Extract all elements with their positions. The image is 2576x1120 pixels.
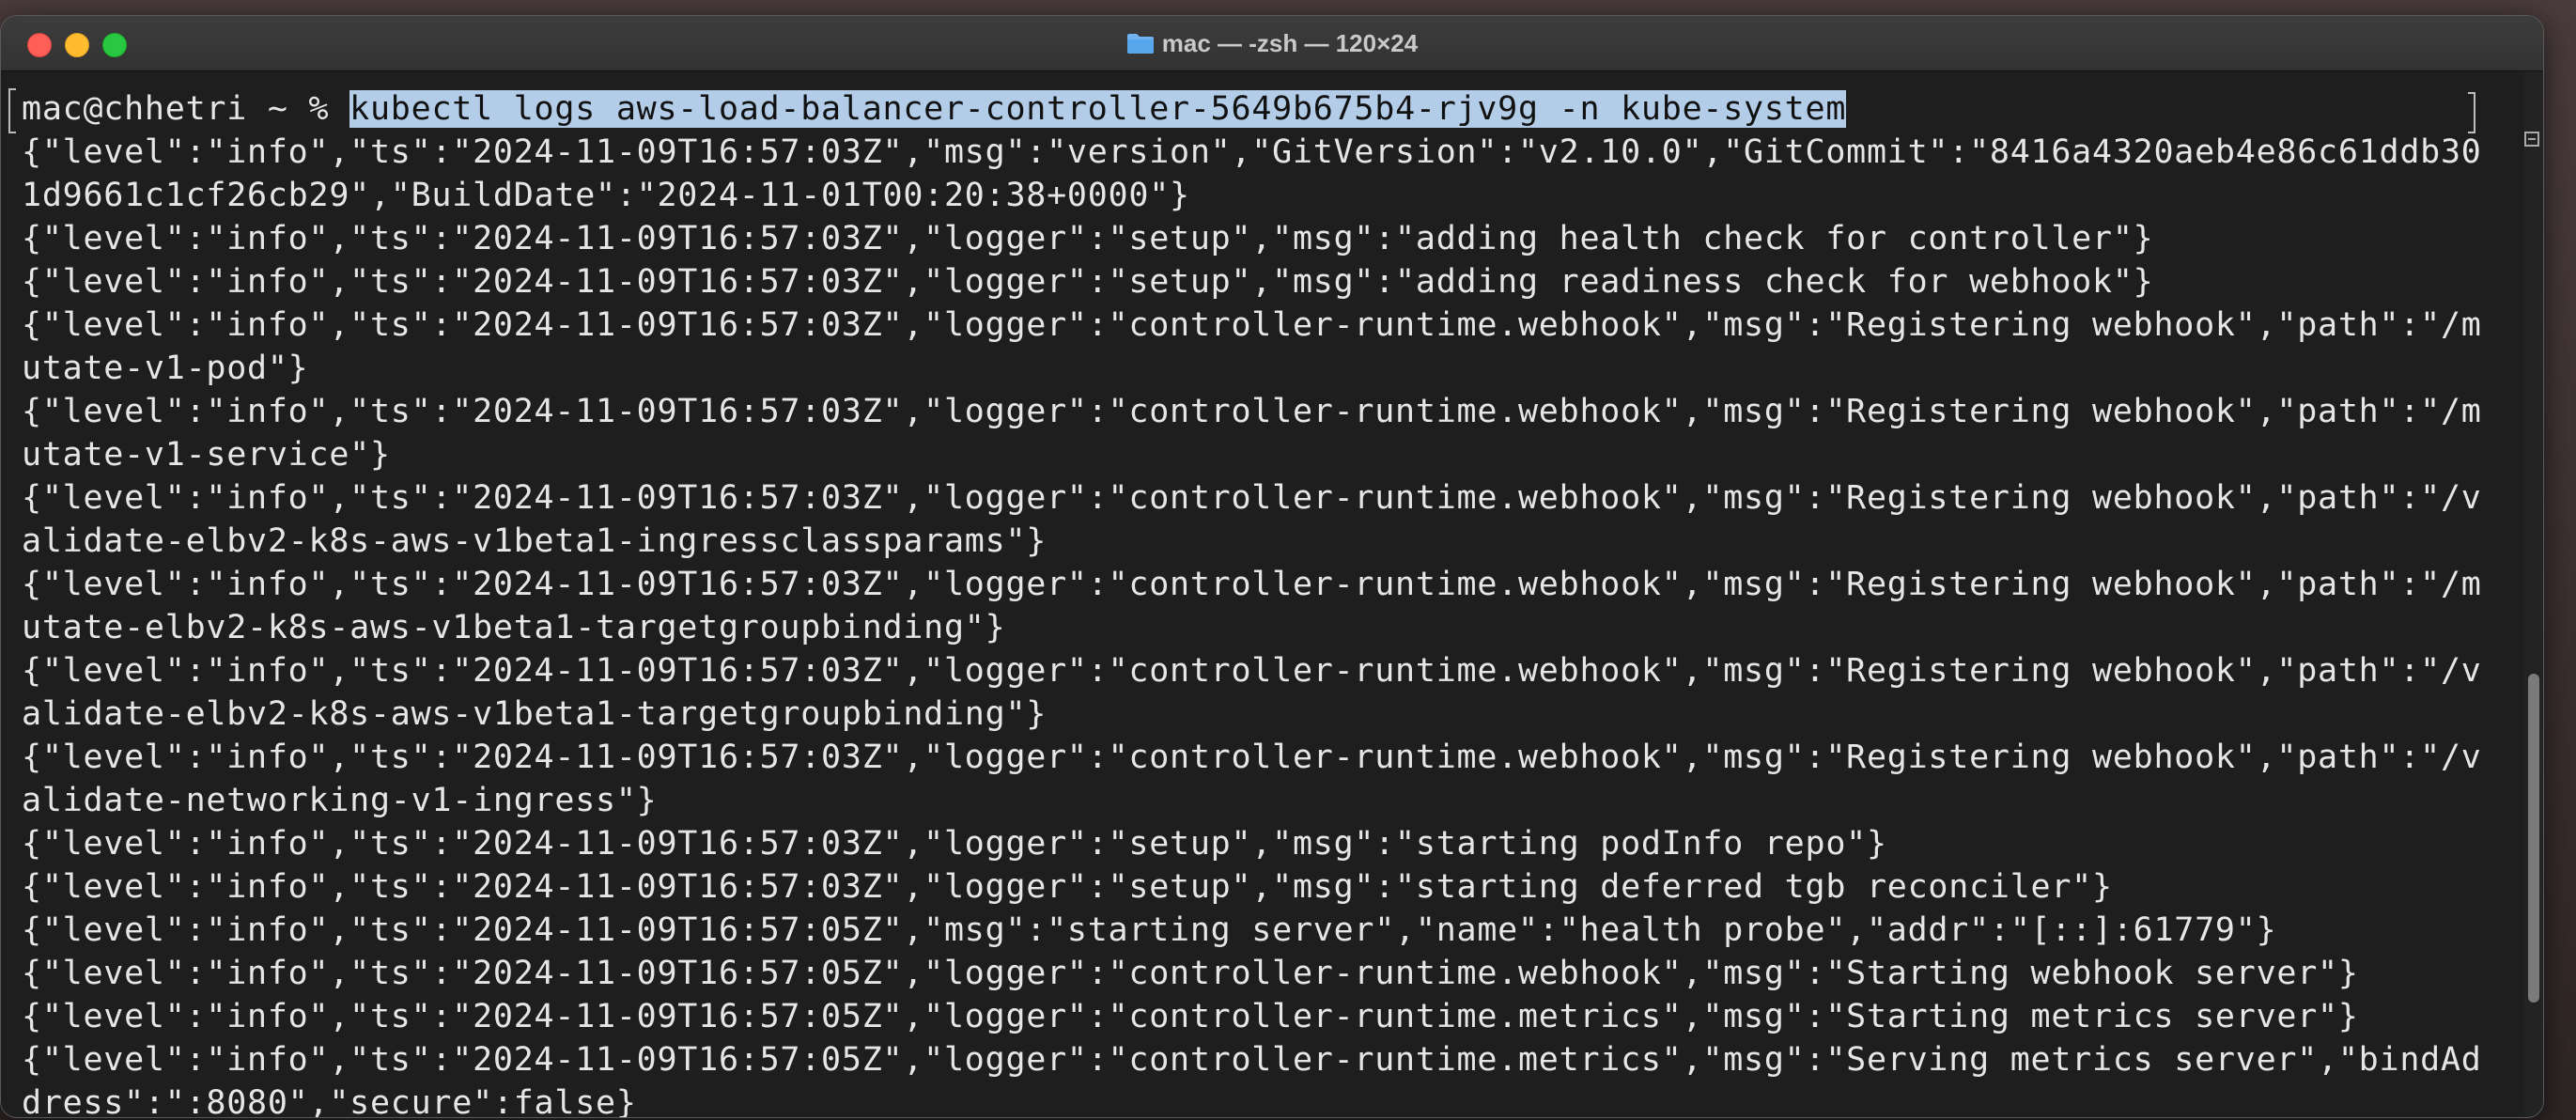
log-line: {"level":"info","ts":"2024-11-09T16:57:0… — [22, 955, 2359, 992]
log-line: utate-v1-pod"} — [22, 350, 309, 387]
log-line: {"level":"info","ts":"2024-11-09T16:57:0… — [22, 306, 2482, 344]
scrollbar-thumb[interactable] — [2528, 674, 2539, 1003]
split-pane-icon[interactable] — [2524, 132, 2539, 147]
log-line: {"level":"info","ts":"2024-11-09T16:57:0… — [22, 868, 2113, 906]
mark-bracket-icon — [2468, 92, 2475, 133]
log-line: alidate-elbv2-k8s-aws-v1beta1-targetgrou… — [22, 695, 1047, 733]
log-output[interactable]: {"level":"info","ts":"2024-11-09T16:57:0… — [22, 131, 2524, 1118]
log-line: 1d9661c1cf26cb29","BuildDate":"2024-11-0… — [22, 177, 1190, 214]
log-line: {"level":"info","ts":"2024-11-09T16:57:0… — [22, 479, 2482, 517]
log-line: utate-v1-service"} — [22, 436, 391, 474]
log-line: {"level":"info","ts":"2024-11-09T16:57:0… — [22, 393, 2482, 430]
terminal-window[interactable]: mac — -zsh — 120×24 mac@chhetri ~ % kube… — [0, 15, 2544, 1118]
log-line: {"level":"info","ts":"2024-11-09T16:57:0… — [22, 566, 2482, 603]
log-line: {"level":"info","ts":"2024-11-09T16:57:0… — [22, 133, 2482, 171]
selected-command[interactable]: kubectl logs aws-load-balancer-controlle… — [349, 90, 1847, 128]
title-bar[interactable]: mac — -zsh — 120×24 — [1, 16, 2543, 71]
terminal-content[interactable]: mac@chhetri ~ % kubectl logs aws-load-ba… — [1, 71, 2524, 1118]
log-line: {"level":"info","ts":"2024-11-09T16:57:0… — [22, 739, 2482, 776]
window-title: mac — -zsh — 120×24 — [1161, 29, 1419, 57]
log-line: alidate-elbv2-k8s-aws-v1beta1-ingresscla… — [22, 522, 1047, 560]
log-line: alidate-networking-v1-ingress"} — [22, 782, 658, 819]
log-line: {"level":"info","ts":"2024-11-09T16:57:0… — [22, 1041, 2482, 1079]
command-line[interactable]: mac@chhetri ~ % kubectl logs aws-load-ba… — [22, 87, 2524, 131]
log-line: {"level":"info","ts":"2024-11-09T16:57:0… — [22, 911, 2277, 949]
log-line: {"level":"info","ts":"2024-11-09T16:57:0… — [22, 998, 2359, 1035]
prompt-mark-icon — [8, 88, 16, 133]
log-line: {"level":"info","ts":"2024-11-09T16:57:0… — [22, 825, 1887, 863]
log-line: dress":":8080","secure":false} — [22, 1084, 637, 1118]
shell-prompt: mac@chhetri ~ % — [22, 90, 350, 128]
folder-icon — [1126, 34, 1154, 54]
log-line: {"level":"info","ts":"2024-11-09T16:57:0… — [22, 652, 2482, 690]
log-line: utate-elbv2-k8s-aws-v1beta1-targetgroupb… — [22, 609, 1006, 646]
log-line: {"level":"info","ts":"2024-11-09T16:57:0… — [22, 220, 2154, 257]
window-title-container: mac — -zsh — 120×24 — [1, 29, 2543, 57]
log-line: {"level":"info","ts":"2024-11-09T16:57:0… — [22, 263, 2154, 301]
